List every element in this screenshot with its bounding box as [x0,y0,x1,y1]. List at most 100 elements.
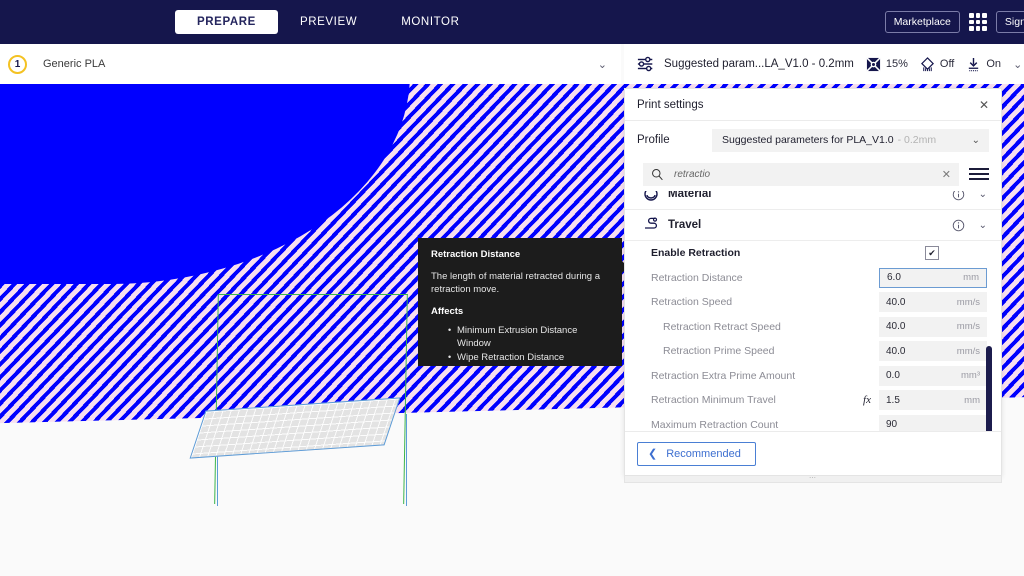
support-stat: Off [920,56,955,72]
info-icon[interactable] [952,191,965,201]
infill-stat: 15% [866,56,908,72]
field-unit: mm/s [956,345,980,357]
retraction-retract-speed-input[interactable]: 40.0 mm/s [879,316,987,337]
tab-monitor[interactable]: MONITOR [379,10,481,34]
field-value: 40.0 [886,321,906,333]
setting-retraction-extra-prime-amount: Retraction Extra Prime Amount 0.0 mm³ [625,364,1001,389]
chevron-down-icon[interactable]: ⌄ [979,220,987,231]
stage-tabs: PREPARE PREVIEW MONITOR [175,10,482,34]
retraction-distance-input[interactable]: 6.0 mm [879,267,987,288]
setting-label: Retraction Distance [651,271,743,284]
grid-apps-icon[interactable] [968,13,987,31]
list-item: Wipe Retraction Distance [448,351,609,365]
setting-retraction-minimum-travel: Retraction Minimum Travel fx 1.5 mm [625,388,1001,413]
close-icon[interactable]: ✕ [979,98,989,112]
list-item: Minimum Extrusion Distance Window [448,324,609,351]
setting-label: Retraction Prime Speed [663,345,775,358]
retraction-speed-input[interactable]: 40.0 mm/s [879,292,987,313]
travel-icon [645,217,658,229]
setting-tooltip: Retraction Distance The length of materi… [418,238,622,366]
retraction-minimum-travel-input[interactable]: 1.5 mm [879,390,987,411]
sliders-icon [637,56,653,72]
setting-retraction-speed: Retraction Speed 40.0 mm/s [625,290,1001,315]
search-row: ✕ [625,159,1001,189]
hamburger-icon[interactable] [969,168,989,180]
setting-retraction-distance: Retraction Distance 6.0 mm [625,266,1001,291]
infill-value: 15% [885,58,908,70]
chevron-down-icon[interactable]: ⌄ [598,58,607,71]
sign-in-button[interactable]: Sign in [995,11,1024,33]
build-plate-grid [189,397,401,459]
panel-header: Print settings ✕ [625,89,1001,121]
support-icon [920,56,934,71]
maximum-retraction-count-input[interactable]: 90 [879,414,987,431]
tooltip-description: The length of material retracted during … [431,270,600,295]
category-name: Travel [668,219,702,231]
field-unit: mm [964,394,980,406]
settings-list-scroll[interactable]: Material ⌄ Travel ⌄ Enable Retraction ✔ … [625,191,1001,431]
chevron-down-icon[interactable]: ⌄ [1013,58,1022,71]
recommended-mode-button[interactable]: ❮ Recommended [637,441,756,466]
setting-retraction-prime-speed: Retraction Prime Speed 40.0 mm/s [625,339,1001,364]
settings-list: Material ⌄ Travel ⌄ Enable Retraction ✔ … [625,191,1001,431]
chevron-down-icon[interactable]: ⌄ [979,191,987,200]
build-plate [189,397,420,464]
configuration-toolbar: 1 Generic PLA ⌄ Suggested param...LA_V1.… [0,44,1024,84]
adhesion-value: On [986,58,1002,70]
profile-row: Profile Suggested parameters for PLA_V1.… [625,121,1001,159]
field-unit: mm/s [956,321,980,333]
adhesion-icon [969,57,979,71]
clear-search-icon[interactable]: ✕ [942,168,951,181]
info-icon[interactable] [952,219,965,232]
enable-retraction-checkbox[interactable]: ✔ [925,246,939,261]
setting-label: Retraction Minimum Travel [651,394,776,407]
setting-enable-retraction: Enable Retraction ✔ [625,241,1001,266]
search-input[interactable] [664,168,942,180]
field-value: 40.0 [886,345,906,357]
settings-scrollbar-thumb[interactable] [986,346,992,431]
material-icon [644,191,658,201]
chevron-left-icon: ❮ [648,448,658,460]
adhesion-stat: On [966,57,1001,72]
field-unit: mm/s [956,296,980,308]
panel-footer: ❮ Recommended [625,431,1001,475]
field-unit: mm [963,272,979,284]
setting-maximum-retraction-count: Maximum Retraction Count 90 [625,413,1001,431]
profile-selected-value: Suggested parameters for PLA_V1.0 [722,134,894,146]
top-navigation-bar: PREPARE PREVIEW MONITOR Marketplace Sign… [0,0,1024,44]
tab-preview[interactable]: PREVIEW [278,10,379,34]
material-name-label: Generic PLA [43,58,106,70]
active-profile-label: Suggested param...LA_V1.0 - 0.2mm [664,58,854,70]
setting-label: Retraction Extra Prime Amount [651,369,796,382]
extruder-selector[interactable]: 1 Generic PLA ⌄ [0,44,624,84]
retraction-extra-prime-amount-input[interactable]: 0.0 mm³ [879,365,987,386]
formula-icon[interactable]: fx [863,394,871,406]
support-value: Off [939,58,955,70]
setting-retraction-retract-speed: Retraction Retract Speed 40.0 mm/s [625,315,1001,340]
tab-prepare[interactable]: PREPARE [175,10,278,34]
setting-label: Maximum Retraction Count [651,418,779,431]
recommended-label: Recommended [666,447,741,460]
marketplace-button[interactable]: Marketplace [884,11,960,33]
category-material[interactable]: Material ⌄ [625,191,1001,210]
field-value: 6.0 [887,272,901,284]
setting-label: Retraction Speed [651,296,733,309]
field-value: 40.0 [886,296,906,308]
app-root: PREPARE PREVIEW MONITOR Marketplace Sign… [0,0,1024,576]
category-travel[interactable]: Travel ⌄ [625,210,1001,241]
category-name: Material [668,191,712,200]
search-icon [652,168,663,180]
field-value: 0.0 [886,370,900,382]
profile-dropdown[interactable]: Suggested parameters for PLA_V1.0 - 0.2m… [712,128,989,152]
retraction-prime-speed-input[interactable]: 40.0 mm/s [879,341,987,362]
field-value: 90 [886,419,898,431]
panel-resize-grip[interactable]: ⋯ [624,475,1002,483]
top-nav-right-group: Marketplace Sign in [884,0,1024,44]
print-settings-panel: Print settings ✕ Profile Suggested param… [624,88,1002,476]
panel-title: Print settings [637,98,704,111]
tooltip-title: Retraction Distance [431,249,521,260]
infill-icon [866,56,881,72]
search-box[interactable]: ✕ [643,162,959,186]
chevron-down-icon[interactable]: ⌄ [972,135,980,146]
print-setup-selector[interactable]: Suggested param...LA_V1.0 - 0.2mm 15% Of… [624,44,1024,84]
